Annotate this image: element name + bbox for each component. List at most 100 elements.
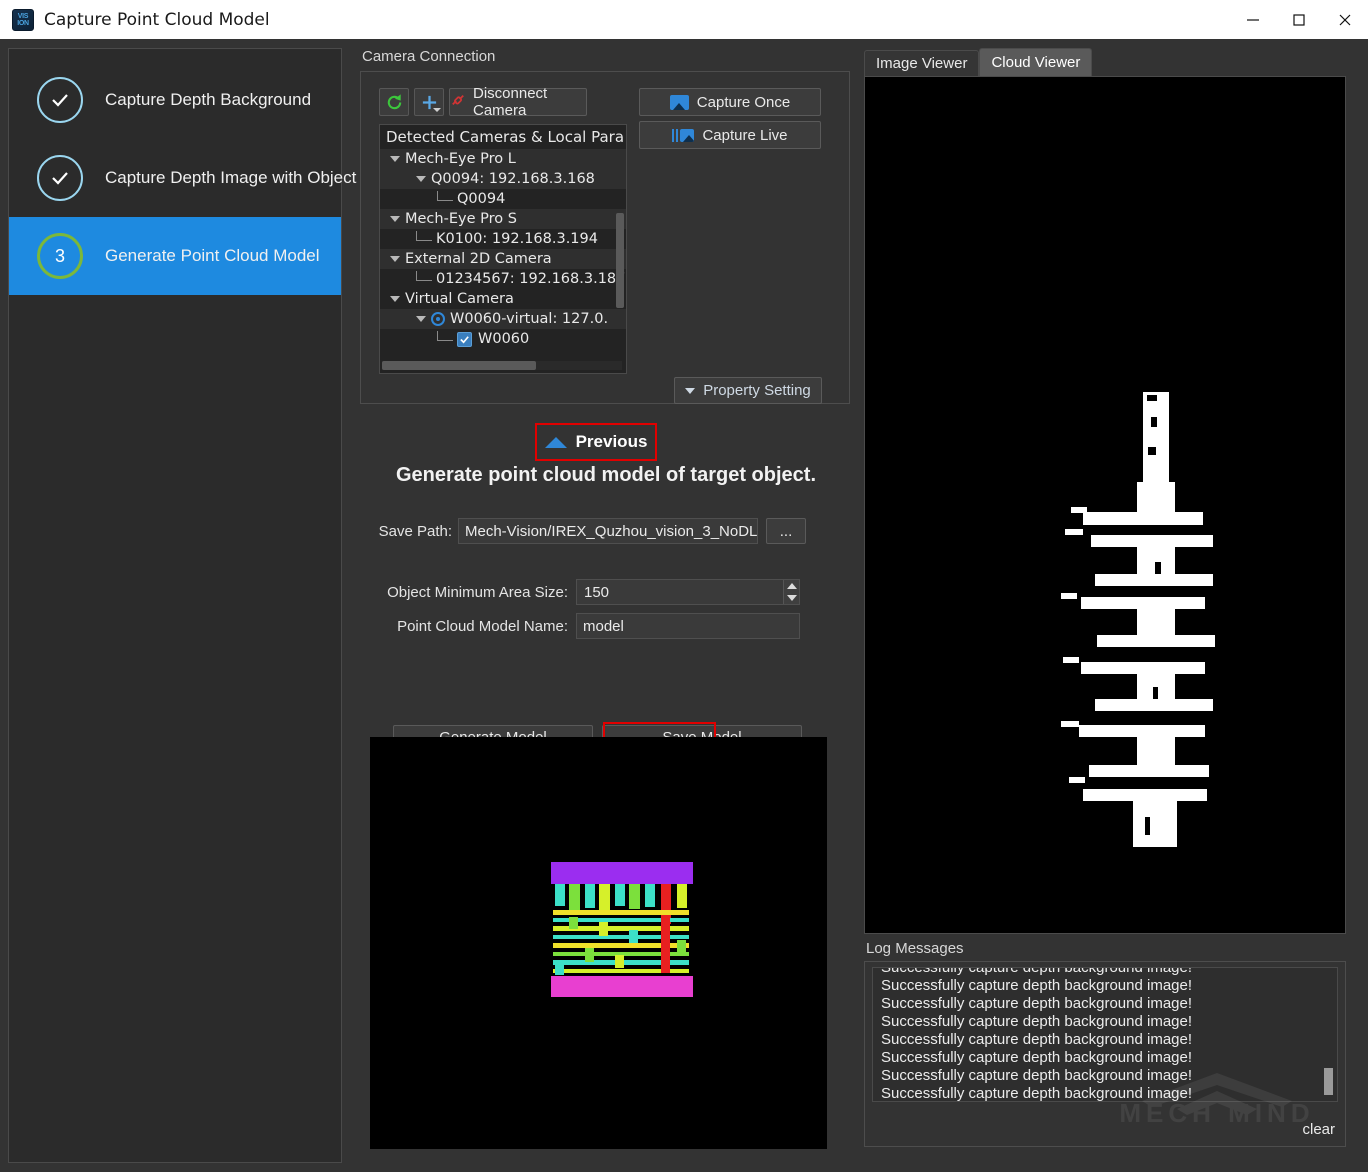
- sidebar-item-capture-depth-background[interactable]: Capture Depth Background: [9, 61, 341, 139]
- tree-row-label: Virtual Camera: [405, 291, 514, 307]
- tree-row-label: Q0094: 192.168.3.168: [431, 171, 595, 187]
- log-line: Successfully capture depth background im…: [881, 1049, 1331, 1067]
- camera-toolbar: Disconnect Camera: [379, 88, 587, 116]
- tab-image-viewer[interactable]: Image Viewer: [864, 50, 979, 76]
- app-logo-icon: VISION: [12, 9, 34, 31]
- browse-button[interactable]: ...: [766, 518, 806, 544]
- close-button[interactable]: [1322, 0, 1368, 39]
- depth-map-image: [549, 860, 695, 999]
- cloud-viewer-canvas[interactable]: [864, 76, 1346, 934]
- stepper-arrows[interactable]: [783, 580, 799, 604]
- depth-image-preview: [370, 737, 827, 1149]
- capture-once-button[interactable]: Capture Once: [639, 88, 821, 116]
- capture-buttons: Capture Once Capture Live: [639, 88, 821, 154]
- sidebar-item-label: Generate Point Cloud Model: [105, 246, 320, 266]
- camera-checkbox[interactable]: [457, 332, 472, 347]
- min-area-stepper[interactable]: 150: [576, 579, 800, 605]
- clear-log-button[interactable]: clear: [1302, 1121, 1335, 1138]
- tree-row[interactable]: K0100: 192.168.3.194: [380, 229, 626, 249]
- sidebar-item-label: Capture Depth Image with Object: [105, 168, 356, 188]
- property-setting-button[interactable]: Property Setting: [674, 377, 822, 404]
- camera-connection-panel: Disconnect Camera Detected Cameras & Loc…: [360, 71, 850, 404]
- chevron-down-icon[interactable]: [787, 595, 797, 601]
- tree-elbow: [416, 271, 432, 281]
- min-area-label: Object Minimum Area Size:: [360, 584, 568, 601]
- log-line: Successfully capture depth background im…: [881, 1067, 1331, 1085]
- chevron-down-icon: [685, 388, 695, 394]
- tree-row[interactable]: 01234567: 192.168.3.187: [380, 269, 626, 289]
- app-window: VISION Capture Point Cloud Model Capture…: [0, 0, 1368, 1172]
- chevron-down-icon[interactable]: [390, 256, 400, 262]
- step-number-circle: 3: [37, 233, 83, 279]
- tree-horizontal-scrollbar[interactable]: [382, 361, 536, 370]
- chevron-down-icon[interactable]: [390, 156, 400, 162]
- tree-row-label: 01234567: 192.168.3.187: [436, 271, 625, 287]
- tree-elbow: [416, 231, 432, 241]
- log-line: Successfully capture depth background im…: [881, 977, 1331, 995]
- sidebar-item-generate-point-cloud-model[interactable]: 3 Generate Point Cloud Model: [9, 217, 341, 295]
- save-path-row: Save Path: Mech-Vision/IREX_Quzhou_visio…: [360, 518, 852, 544]
- model-name-input[interactable]: model: [576, 613, 800, 639]
- tree-row[interactable]: Q0094: 192.168.3.168: [380, 169, 626, 189]
- tree-row[interactable]: W0060: [380, 329, 626, 349]
- tree-row-label: K0100: 192.168.3.194: [436, 231, 598, 247]
- viewer-column: Image Viewer Cloud Viewer: [864, 48, 1356, 1147]
- center-column: Camera Connection: [360, 48, 852, 404]
- sidebar-item-capture-depth-image-with-object[interactable]: Capture Depth Image with Object: [9, 139, 341, 217]
- chevron-down-icon[interactable]: [416, 316, 426, 322]
- camera-icon: [431, 312, 445, 326]
- refresh-icon[interactable]: [379, 88, 409, 116]
- sidebar-item-label: Capture Depth Background: [105, 90, 311, 110]
- page-title: Generate point cloud model of target obj…: [360, 464, 852, 487]
- tree-row-label: External 2D Camera: [405, 251, 552, 267]
- disconnect-camera-label: Disconnect Camera: [473, 85, 586, 119]
- model-form: Save Path: Mech-Vision/IREX_Quzhou_visio…: [360, 518, 852, 639]
- model-name-label: Point Cloud Model Name:: [360, 618, 568, 635]
- tree-row[interactable]: External 2D Camera: [380, 249, 626, 269]
- capture-live-button[interactable]: Capture Live: [639, 121, 821, 149]
- save-path-input[interactable]: Mech-Vision/IREX_Quzhou_vision_3_NoDL: [458, 518, 758, 544]
- tree-vertical-scrollbar[interactable]: [616, 213, 624, 308]
- tree-row[interactable]: W0060-virtual: 127.0.: [380, 309, 626, 329]
- live-icon: [672, 129, 694, 142]
- viewer-tabs: Image Viewer Cloud Viewer: [864, 48, 1356, 76]
- chevron-down-icon[interactable]: [416, 176, 426, 182]
- window-title: Capture Point Cloud Model: [44, 10, 270, 30]
- log-scrollbar[interactable]: [1324, 1068, 1333, 1095]
- check-circle-icon: [37, 77, 83, 123]
- chevron-down-icon[interactable]: [390, 296, 400, 302]
- previous-label: Previous: [576, 432, 648, 452]
- capture-live-label: Capture Live: [702, 127, 787, 144]
- capture-once-label: Capture Once: [697, 94, 790, 111]
- previous-button[interactable]: Previous: [535, 423, 657, 461]
- tab-cloud-viewer[interactable]: Cloud Viewer: [979, 48, 1092, 76]
- log-line: Successfully capture depth background im…: [881, 995, 1331, 1013]
- chevron-up-icon: [545, 437, 567, 448]
- chevron-up-icon[interactable]: [787, 583, 797, 589]
- tree-elbow: [437, 331, 453, 341]
- camera-tree[interactable]: Detected Cameras & Local Para Mech-Eye P…: [379, 124, 627, 374]
- tree-row[interactable]: Virtual Camera: [380, 289, 626, 309]
- disconnect-camera-button[interactable]: Disconnect Camera: [449, 88, 587, 116]
- tree-row-label: Q0094: [457, 191, 505, 207]
- camera-tree-header: Detected Cameras & Local Para: [380, 125, 626, 149]
- log-messages-box[interactable]: Successfully capture depth background im…: [872, 967, 1338, 1102]
- tree-row[interactable]: Mech-Eye Pro S: [380, 209, 626, 229]
- tree-row-label: Mech-Eye Pro L: [405, 151, 516, 167]
- point-cloud-render: [865, 77, 1345, 933]
- check-circle-icon: [37, 155, 83, 201]
- disconnect-plug-icon: [450, 93, 466, 111]
- minimize-button[interactable]: [1230, 0, 1276, 39]
- tree-row[interactable]: Q0094: [380, 189, 626, 209]
- step-number: 3: [55, 246, 65, 267]
- min-area-value[interactable]: 150: [577, 584, 783, 601]
- add-camera-icon[interactable]: [414, 88, 444, 116]
- log-messages-label: Log Messages: [866, 940, 1356, 957]
- tree-row-label: Mech-Eye Pro S: [405, 211, 517, 227]
- tree-row[interactable]: Mech-Eye Pro L: [380, 149, 626, 169]
- log-line: Successfully capture depth background im…: [881, 1031, 1331, 1049]
- maximize-button[interactable]: [1276, 0, 1322, 39]
- chevron-down-icon[interactable]: [390, 216, 400, 222]
- log-line: Successfully capture depth background im…: [881, 1085, 1331, 1102]
- camera-connection-label: Camera Connection: [360, 48, 852, 65]
